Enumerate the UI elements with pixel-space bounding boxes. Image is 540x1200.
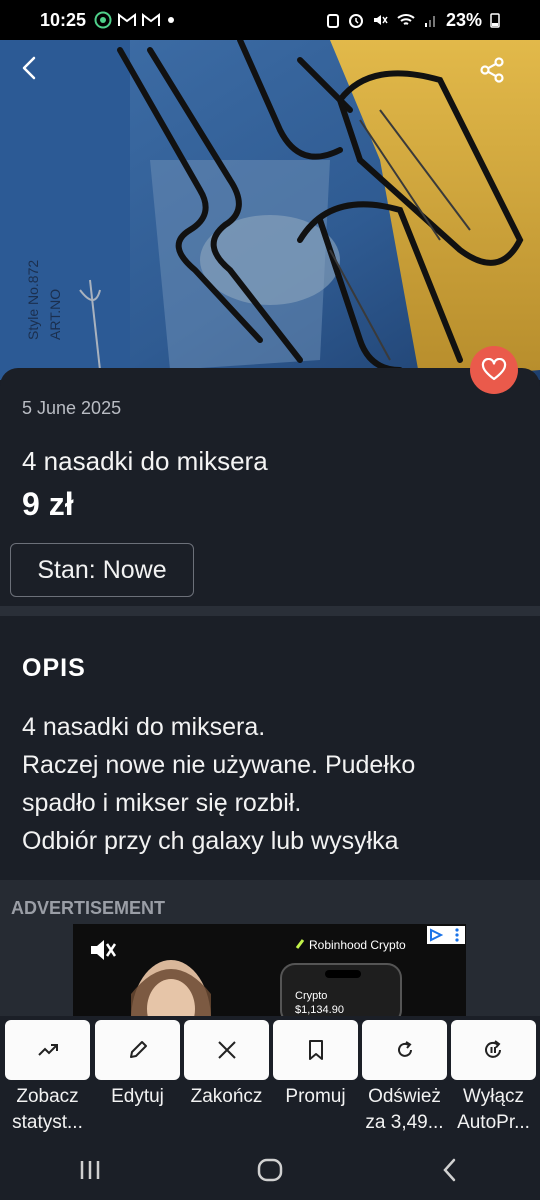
end-listing-button[interactable] — [184, 1020, 269, 1080]
dot-icon — [168, 17, 175, 23]
description-line: 4 nasadki do miksera. — [22, 713, 266, 741]
chevron-left-icon — [443, 1158, 456, 1182]
ad-phone-value: $1,134.90 — [295, 1004, 344, 1016]
description-line: Raczej nowe nie używane. Pudełko — [22, 751, 416, 779]
system-nav-bar — [0, 1140, 540, 1200]
notification-icons — [94, 11, 176, 29]
description-heading: OPIS — [22, 654, 86, 682]
ad-brand: Robinhood Crypto — [309, 938, 406, 952]
back-button[interactable] — [18, 56, 62, 100]
ad-banner[interactable]: Robinhood Crypto Crypto $1,134.90 — [73, 924, 466, 1020]
ad-phone-title: Crypto — [295, 990, 328, 1002]
ad-creative — [73, 924, 466, 1020]
share-button[interactable] — [478, 56, 522, 100]
promote-label: Promuj — [285, 1086, 346, 1107]
listing-photo[interactable]: ART.NO Style No.872 — [0, 40, 540, 380]
alarm-icon — [326, 14, 339, 28]
listing-date: 5 June 2025 — [22, 398, 122, 418]
description-line: Odbiór przy ch galaxy lub wysyłka — [22, 827, 399, 855]
promote-button[interactable] — [273, 1020, 358, 1080]
refresh-action[interactable]: Odśwież za 3,49... — [362, 1020, 447, 1136]
back-arrow-icon — [22, 56, 36, 80]
recent-apps-icon — [80, 1161, 100, 1179]
autopromo-action[interactable]: Wyłącz AutoPr... — [451, 1020, 536, 1136]
refresh-icon — [397, 1041, 412, 1057]
ad-label: ADVERTISEMENT — [11, 898, 166, 918]
stats-button[interactable] — [5, 1020, 90, 1080]
close-icon — [217, 1041, 236, 1059]
autopromo-off-button[interactable] — [451, 1020, 536, 1080]
whatsapp-icon — [94, 11, 112, 29]
section-divider — [0, 606, 540, 616]
edit-label: Edytuj — [111, 1086, 164, 1107]
gmail-icon — [142, 13, 161, 26]
status-time: 10:25 — [40, 9, 87, 30]
system-icons: 23% — [326, 10, 500, 31]
svg-text:ART.NO: ART.NO — [47, 289, 63, 340]
edit-button[interactable] — [95, 1020, 180, 1080]
description-text: 4 nasadki do miksera. Raczej nowe nie uż… — [22, 708, 522, 860]
pencil-icon — [129, 1041, 147, 1058]
mute-icon — [373, 15, 388, 25]
refresh-label: Odśwież za 3,49... — [365, 1086, 444, 1133]
trending-up-icon — [37, 1044, 58, 1056]
home-icon — [257, 1158, 283, 1182]
end-action[interactable]: Zakończ — [184, 1020, 269, 1110]
battery-icon — [490, 13, 500, 28]
heart-icon — [481, 358, 507, 381]
clock-icon — [348, 14, 363, 28]
home-button[interactable] — [240, 1145, 300, 1195]
pause-refresh-icon — [484, 1040, 501, 1058]
wifi-icon — [397, 14, 415, 25]
gmail-icon — [118, 13, 137, 26]
favorite-button[interactable] — [470, 346, 518, 394]
listing-price: 9 zł — [22, 486, 74, 522]
refresh-button[interactable] — [362, 1020, 447, 1080]
end-label: Zakończ — [190, 1086, 263, 1107]
signal-icon — [424, 16, 435, 27]
bookmark-icon — [308, 1040, 323, 1060]
mixer-beaters-photo: ART.NO Style No.872 — [0, 40, 540, 380]
share-icon — [480, 57, 504, 83]
description-line: spadło i mikser się rozbił. — [22, 789, 302, 817]
stats-action[interactable]: Zobacz statyst... — [5, 1020, 90, 1136]
battery-level: 23% — [445, 9, 482, 30]
status-bar: 10:25 23% — [0, 0, 540, 40]
condition-badge: Stan: Nowe — [10, 543, 194, 597]
stats-label: Zobacz statyst... — [12, 1086, 83, 1133]
recent-apps-button[interactable] — [60, 1145, 120, 1195]
promote-action[interactable]: Promuj — [273, 1020, 358, 1110]
autopromo-label: Wyłącz AutoPr... — [457, 1086, 530, 1133]
edit-action[interactable]: Edytuj — [95, 1020, 180, 1110]
system-back-button[interactable] — [420, 1145, 480, 1195]
svg-text:Style No.872: Style No.872 — [25, 260, 41, 340]
listing-title: 4 nasadki do miksera — [22, 446, 268, 476]
